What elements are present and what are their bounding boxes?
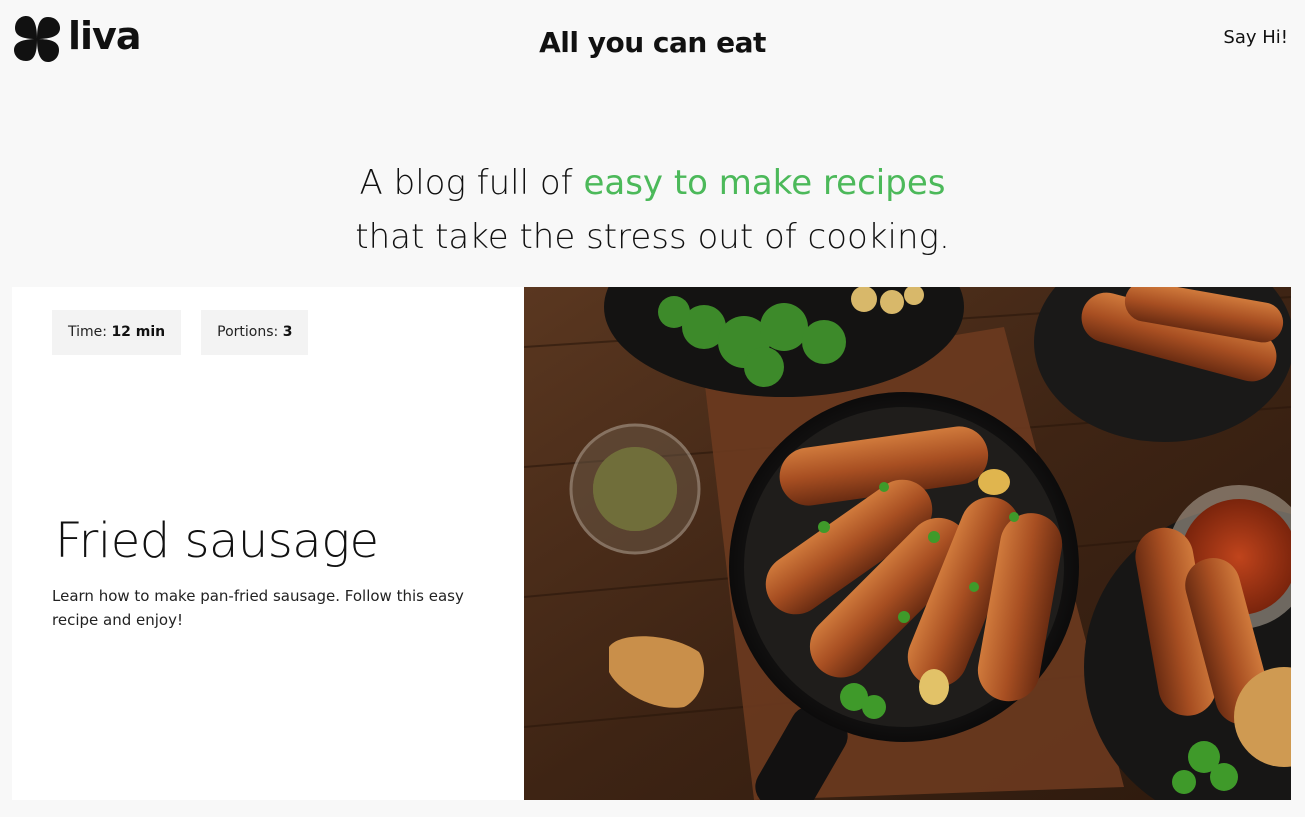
hero-accent: easy to make recipes bbox=[583, 163, 946, 203]
time-label: Time: bbox=[68, 324, 107, 340]
recipe-title[interactable]: Fried sausage bbox=[55, 513, 379, 569]
say-hi-link[interactable]: Say Hi! bbox=[1223, 27, 1288, 48]
recipe-description: Learn how to make pan-fried sausage. Fol… bbox=[52, 587, 464, 629]
recipe-info: Time: 12 min Portions: 3 Fried sausage L… bbox=[12, 287, 524, 800]
time-chip: Time: 12 min bbox=[52, 310, 182, 355]
site-title: All you can eat bbox=[539, 26, 766, 59]
site-header: liva All you can eat Say Hi! bbox=[0, 0, 1305, 88]
portions-label: Portions: bbox=[217, 324, 279, 340]
sausage-photo-illustration bbox=[524, 287, 1291, 800]
hero-line-1: A blog full of easy to make recipes bbox=[0, 156, 1305, 210]
recipe-card[interactable]: Time: 12 min Portions: 3 Fried sausage L… bbox=[12, 287, 1291, 800]
hero-prefix: A blog full of bbox=[359, 163, 584, 203]
recipe-meta: Time: 12 min Portions: 3 bbox=[52, 310, 309, 355]
portions-value: 3 bbox=[282, 324, 293, 340]
hero-tagline: A blog full of easy to make recipes that… bbox=[0, 156, 1305, 264]
hero-line-2: that take the stress out of cooking. bbox=[355, 217, 950, 257]
time-value: 12 min bbox=[111, 324, 166, 340]
portions-chip: Portions: 3 bbox=[201, 310, 309, 355]
recipe-photo[interactable] bbox=[524, 287, 1291, 800]
